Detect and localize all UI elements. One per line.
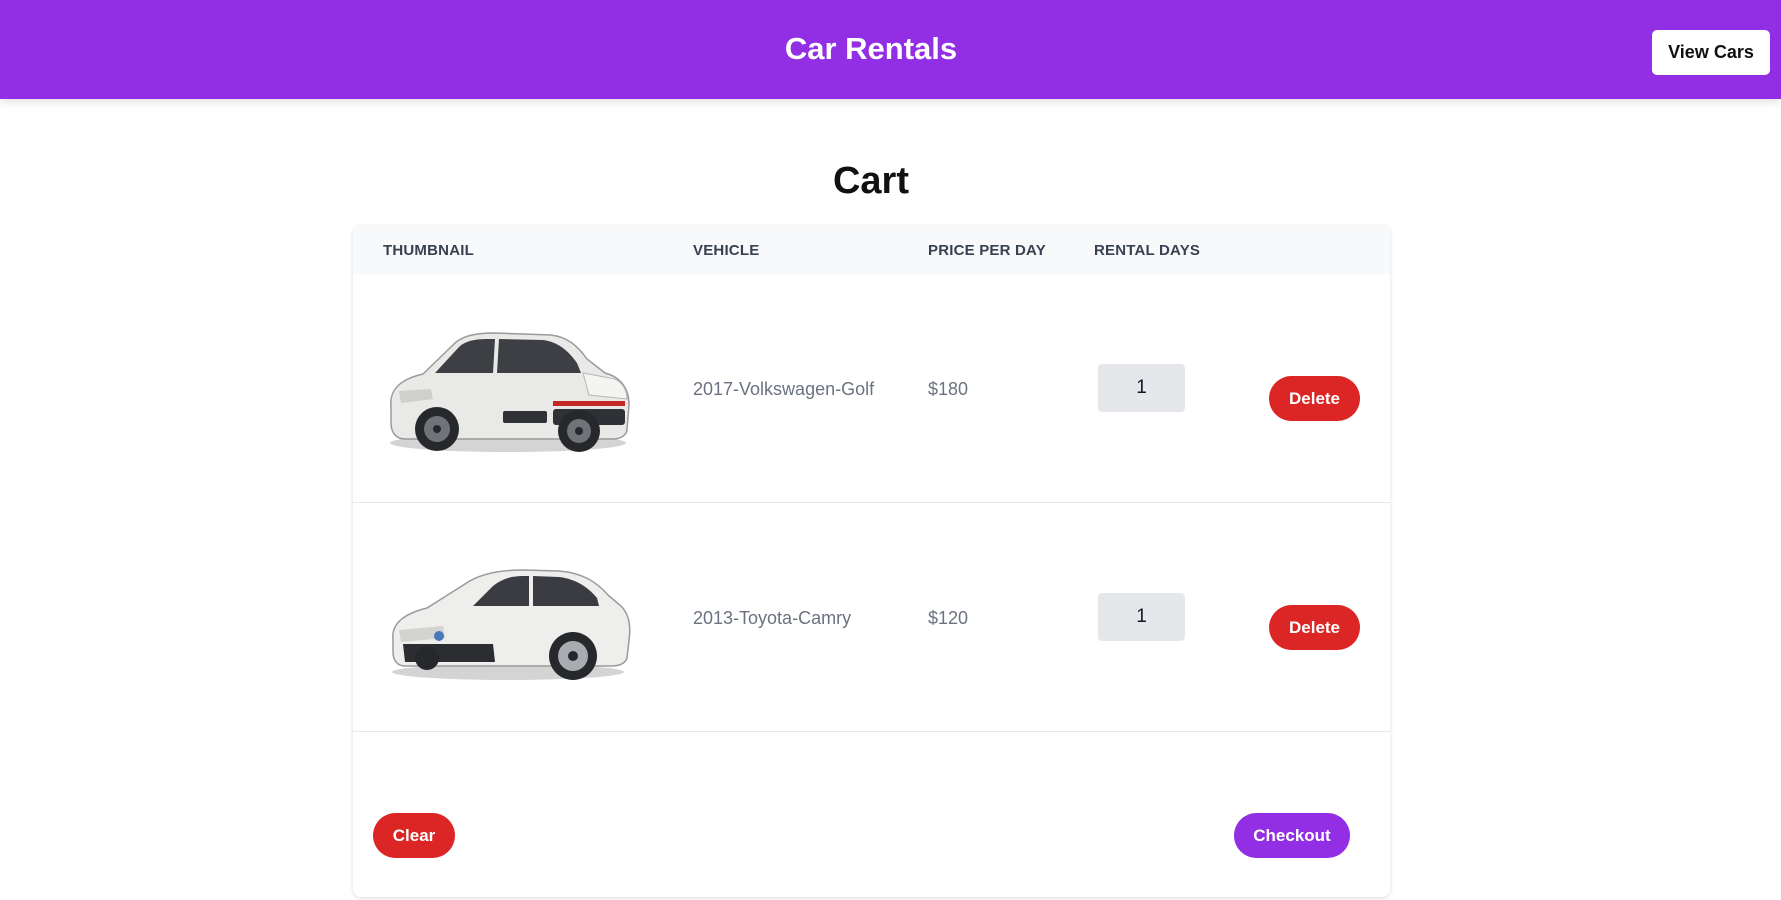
column-header-rental-days: RENTAL DAYS — [1094, 242, 1201, 259]
app-header: Car Rentals View Cars — [0, 0, 1781, 99]
page-title: Cart — [832, 160, 910, 202]
rental-days-input[interactable] — [1098, 364, 1185, 412]
column-header-price-per-day: PRICE PER DAY — [928, 242, 1046, 259]
price-per-day: $180 — [928, 379, 969, 399]
table-header: THUMBNAIL VEHICLE PRICE PER DAY RENTAL D… — [353, 226, 1390, 274]
app-title: Car Rentals — [784, 31, 958, 66]
vehicle-name: 2017-Volkswagen-Golf — [693, 379, 875, 399]
table-row: 2017-Volkswagen-Golf $180 Delete — [353, 274, 1390, 503]
column-header-vehicle: VEHICLE — [693, 242, 760, 259]
table-row: 2013-Toyota-Camry $120 Delete — [353, 503, 1390, 732]
hatchback-car-image — [390, 332, 630, 452]
column-header-thumbnail: THUMBNAIL — [383, 242, 474, 259]
sedan-car-image — [392, 569, 631, 680]
delete-button[interactable]: Delete — [1269, 605, 1360, 650]
delete-button[interactable]: Delete — [1269, 376, 1360, 421]
checkout-button[interactable]: Checkout — [1234, 813, 1350, 858]
clear-button[interactable]: Clear — [373, 813, 455, 858]
price-per-day: $120 — [928, 608, 969, 628]
rental-days-input[interactable] — [1098, 593, 1185, 641]
vehicle-name: 2013-Toyota-Camry — [693, 608, 852, 628]
view-cars-button[interactable]: View Cars — [1652, 30, 1770, 75]
cart-table: THUMBNAIL VEHICLE PRICE PER DAY RENTAL D… — [353, 226, 1390, 897]
